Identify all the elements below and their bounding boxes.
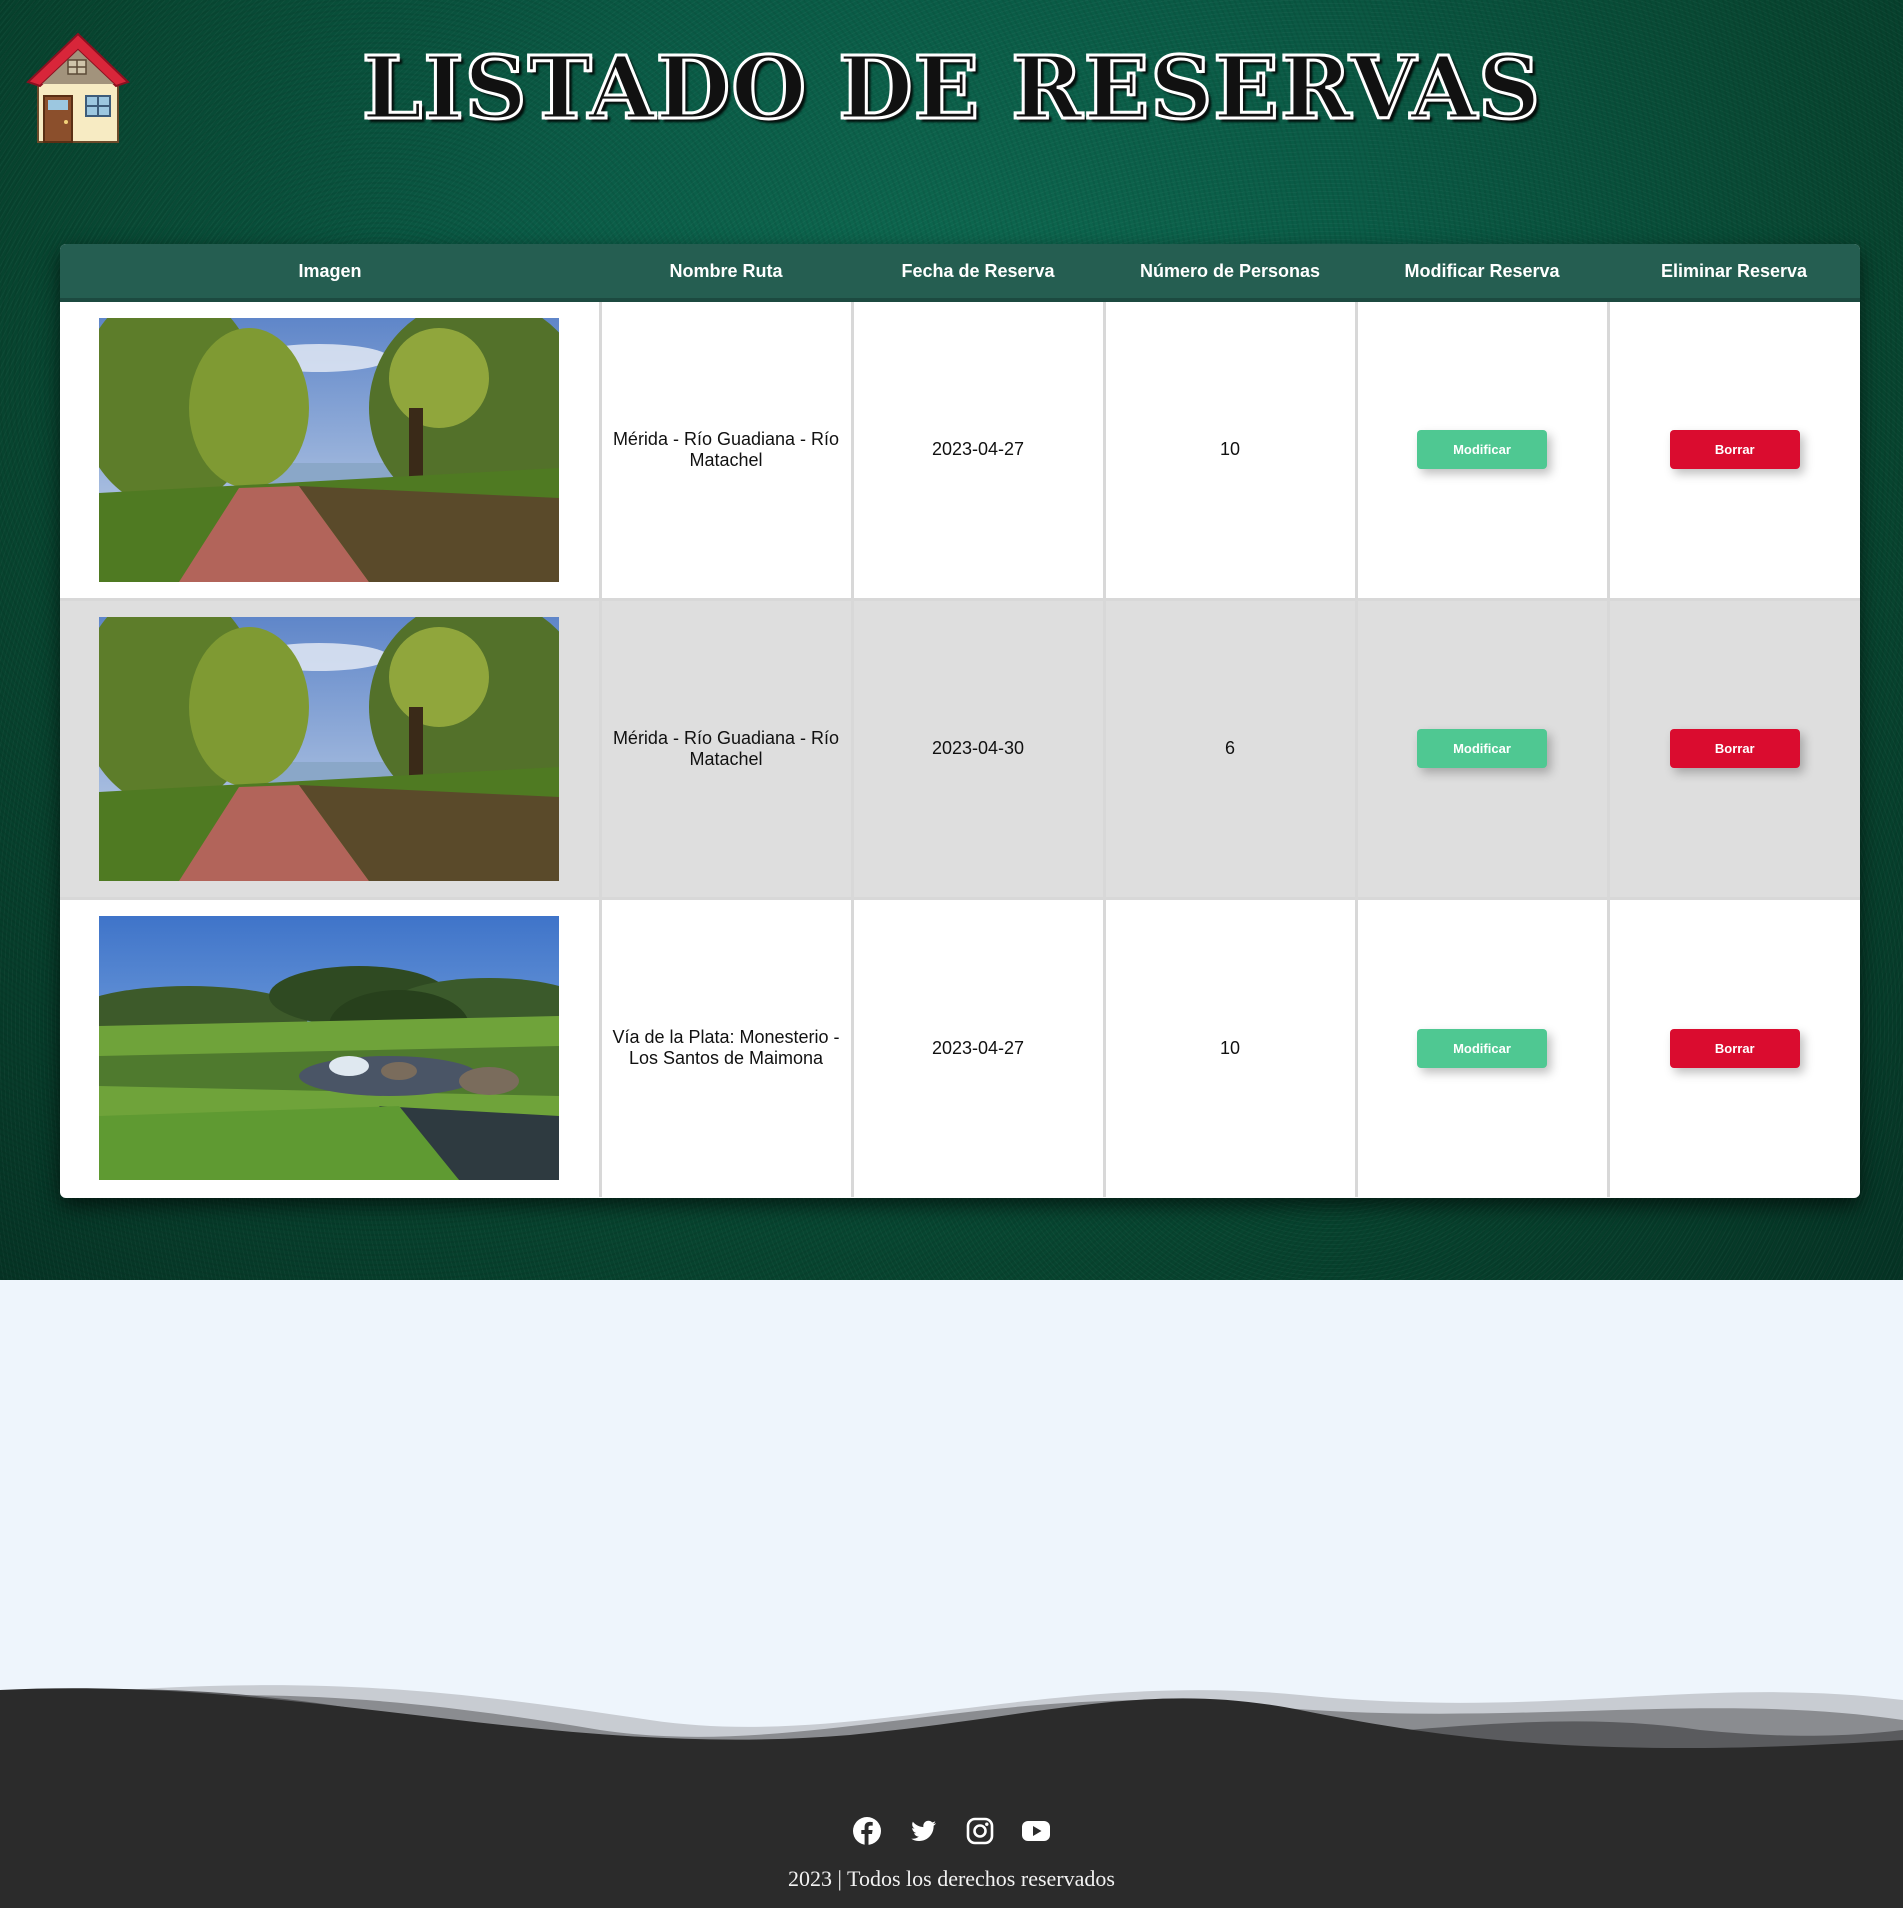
- column-header-nombre-ruta: Nombre Ruta: [600, 244, 852, 302]
- table-header-row: Imagen Nombre Ruta Fecha de Reserva Núme…: [60, 244, 1860, 302]
- modify-button[interactable]: Modificar: [1417, 1028, 1547, 1068]
- footer: 2023 | Todos los derechos reservados: [0, 1680, 1903, 1908]
- date-cell: 2023-04-30: [852, 599, 1106, 900]
- delete-button[interactable]: Borrar: [1669, 729, 1800, 768]
- route-image: [99, 916, 560, 1181]
- delete-button[interactable]: Borrar: [1669, 430, 1800, 470]
- table-row: Vía de la Plata: Monesterio - Los Santos…: [60, 898, 1860, 1197]
- route-image: [99, 616, 560, 881]
- route-name: Vía de la Plata: Monesterio - Los Santos…: [612, 1027, 840, 1069]
- people-cell: 10: [1104, 898, 1358, 1197]
- image-cell: [60, 300, 602, 601]
- youtube-icon: [1022, 1821, 1051, 1841]
- column-header-fecha: Fecha de Reserva: [852, 244, 1104, 302]
- modify-cell: Modificar: [1356, 599, 1610, 900]
- modify-cell: Modificar: [1356, 898, 1610, 1197]
- instagram-icon: [966, 1817, 994, 1845]
- facebook-link[interactable]: [852, 1816, 882, 1846]
- route-name: Mérida - Río Guadiana - Río Matachel: [612, 727, 840, 769]
- delete-cell: Borrar: [1608, 599, 1860, 900]
- modify-button[interactable]: Modificar: [1417, 430, 1547, 470]
- youtube-link[interactable]: [1021, 1816, 1051, 1846]
- people-cell: 6: [1104, 599, 1358, 900]
- column-header-eliminar: Eliminar Reserva: [1608, 244, 1860, 302]
- route-name-cell: Vía de la Plata: Monesterio - Los Santos…: [600, 898, 854, 1197]
- image-cell: [60, 898, 602, 1197]
- image-cell: [60, 599, 602, 900]
- delete-cell: Borrar: [1608, 300, 1860, 601]
- twitter-link[interactable]: [908, 1816, 938, 1846]
- page-title: LISTADO DE RESERVAS: [360, 37, 1542, 141]
- delete-cell: Borrar: [1608, 898, 1860, 1197]
- column-header-modificar: Modificar Reserva: [1356, 244, 1608, 302]
- hero-section: LISTADO DE RESERVAS Imagen Nombre Ruta F…: [0, 0, 1903, 1280]
- people-cell: 10: [1104, 300, 1358, 601]
- twitter-icon: [911, 1820, 937, 1841]
- facebook-icon: [852, 1817, 881, 1845]
- route-name-cell: Mérida - Río Guadiana - Río Matachel: [600, 300, 854, 601]
- social-links: [0, 1816, 1903, 1846]
- copyright-text: 2023 | Todos los derechos reservados: [788, 1866, 1115, 1891]
- delete-button[interactable]: Borrar: [1669, 1028, 1800, 1068]
- modify-cell: Modificar: [1356, 300, 1610, 601]
- date-cell: 2023-04-27: [852, 898, 1106, 1197]
- table-row: Mérida - Río Guadiana - Río Matachel 202…: [60, 599, 1860, 900]
- route-name-cell: Mérida - Río Guadiana - Río Matachel: [600, 599, 854, 900]
- column-header-personas: Número de Personas: [1104, 244, 1356, 302]
- modify-button[interactable]: Modificar: [1417, 729, 1547, 768]
- instagram-link[interactable]: [965, 1816, 995, 1846]
- table-row: Mérida - Río Guadiana - Río Matachel 202…: [60, 300, 1860, 601]
- route-name: Mérida - Río Guadiana - Río Matachel: [612, 428, 840, 470]
- reservations-table: Imagen Nombre Ruta Fecha de Reserva Núme…: [60, 244, 1860, 1198]
- route-image: [99, 317, 560, 582]
- date-cell: 2023-04-27: [852, 300, 1106, 601]
- column-header-imagen: Imagen: [60, 244, 600, 302]
